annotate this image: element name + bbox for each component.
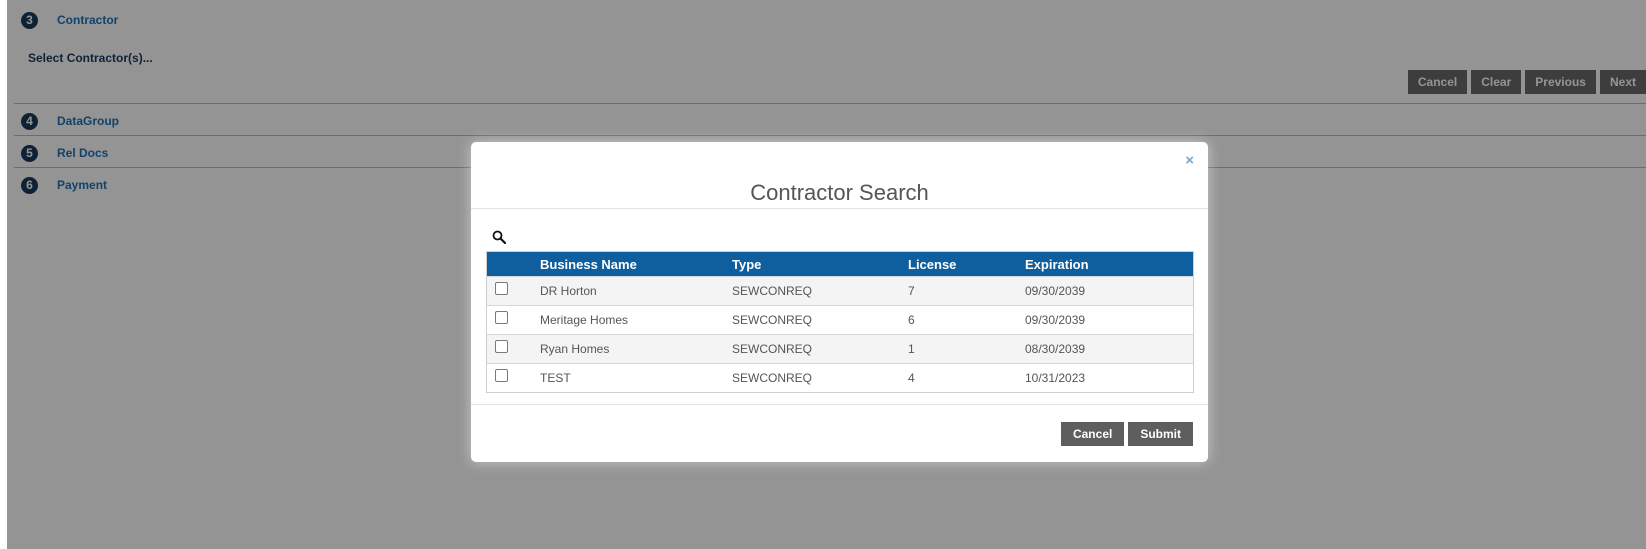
column-header-license[interactable]: License: [902, 257, 1019, 272]
business-name-cell: DR Horton: [540, 284, 597, 298]
license-cell: 4: [908, 371, 915, 385]
expiration-cell: 10/31/2023: [1025, 371, 1086, 385]
expiration-cell: 08/30/2039: [1025, 342, 1086, 356]
search-icon[interactable]: [492, 230, 506, 244]
type-cell: SEWCONREQ: [732, 313, 813, 327]
business-name-cell: TEST: [540, 371, 571, 385]
column-header-expiration[interactable]: Expiration: [1019, 257, 1169, 272]
table-header: Business Name Type License Expiration: [487, 252, 1193, 276]
contractor-table: Business Name Type License Expiration DR…: [486, 251, 1194, 393]
submit-button[interactable]: Submit: [1128, 422, 1193, 446]
type-cell: SEWCONREQ: [732, 371, 813, 385]
license-cell: 1: [908, 342, 915, 356]
dialog-footer: Cancel Submit: [1060, 422, 1193, 446]
row-checkbox[interactable]: [495, 368, 508, 382]
business-name-cell: Meritage Homes: [540, 313, 629, 327]
column-header-type[interactable]: Type: [726, 257, 902, 272]
type-cell: SEWCONREQ: [732, 342, 813, 356]
expiration-cell: 09/30/2039: [1025, 313, 1086, 327]
dialog-cancel-button[interactable]: Cancel: [1060, 422, 1125, 446]
dialog-title: Contractor Search: [750, 180, 929, 205]
license-cell: 6: [908, 313, 915, 327]
row-checkbox[interactable]: [495, 281, 508, 295]
table-row[interactable]: Meritage Homes SEWCONREQ 6 09/30/2039: [487, 305, 1193, 334]
business-name-cell: Ryan Homes: [540, 342, 610, 356]
row-checkbox[interactable]: [495, 310, 508, 324]
row-checkbox[interactable]: [495, 339, 508, 353]
type-cell: SEWCONREQ: [732, 284, 813, 298]
table-row[interactable]: TEST SEWCONREQ 4 10/31/2023: [487, 363, 1193, 392]
divider: [471, 404, 1208, 405]
close-icon[interactable]: ×: [1185, 152, 1194, 169]
divider: [471, 208, 1208, 209]
contractor-search-dialog: × Contractor Search Business Name Type L…: [471, 142, 1208, 462]
license-cell: 7: [908, 284, 915, 298]
table-row[interactable]: Ryan Homes SEWCONREQ 1 08/30/2039: [487, 334, 1193, 363]
expiration-cell: 09/30/2039: [1025, 284, 1086, 298]
table-row[interactable]: DR Horton SEWCONREQ 7 09/30/2039: [487, 276, 1193, 305]
column-header-business-name[interactable]: Business Name: [534, 257, 726, 272]
